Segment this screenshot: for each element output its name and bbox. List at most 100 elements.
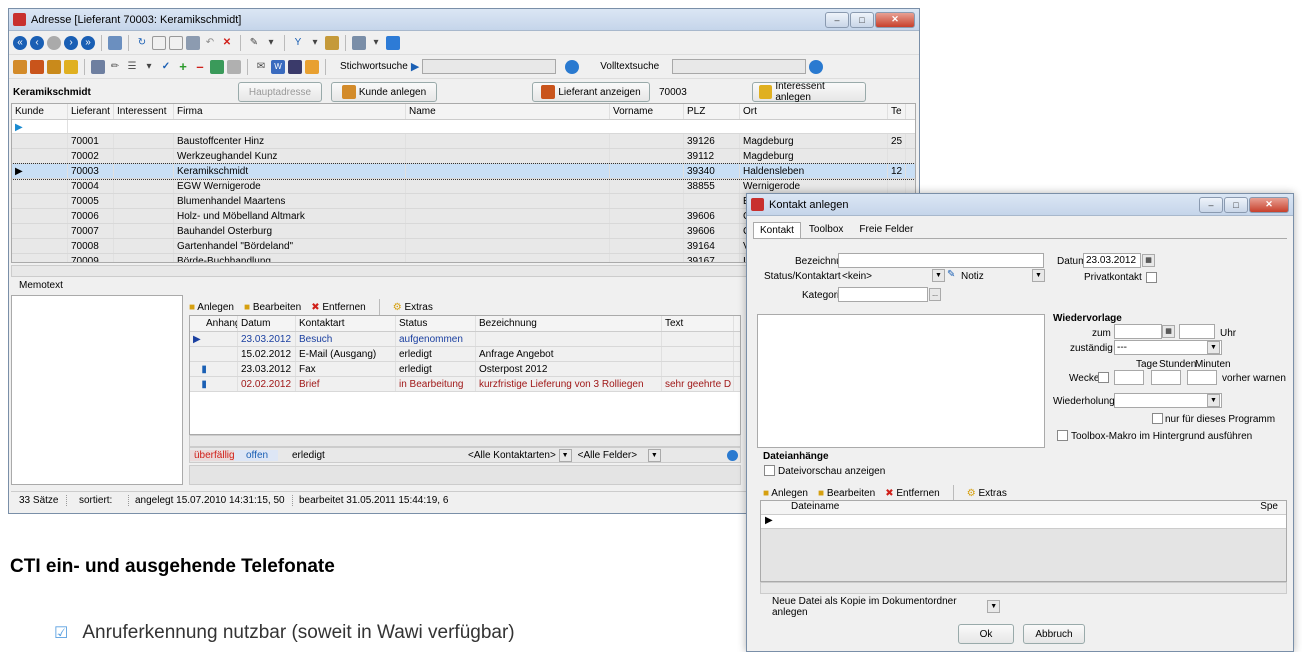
col-ort[interactable]: Ort: [740, 104, 888, 119]
table-row[interactable]: 70002 Werkzeughandel Kunz 39112 Magdeburg: [12, 149, 915, 164]
col-status[interactable]: Status: [396, 316, 476, 331]
next-record-icon[interactable]: ›: [64, 35, 78, 50]
volltext-input[interactable]: [672, 59, 807, 74]
pen-icon[interactable]: ✏: [108, 60, 122, 74]
file-entfernen-button[interactable]: ✖ Entfernen: [885, 488, 940, 499]
contact-row[interactable]: ▶ 23.03.2012 Besuch aufgenommen: [190, 332, 740, 347]
contacts-hscroll[interactable]: [189, 435, 741, 447]
print-dropdown-icon[interactable]: ▾: [369, 36, 383, 50]
chevron-down-icon[interactable]: ▼: [1032, 269, 1045, 282]
interessent-anlegen-button[interactable]: Interessent anlegen: [752, 81, 866, 103]
col-interessent[interactable]: Interessent: [114, 104, 174, 119]
new-icon[interactable]: [152, 35, 166, 50]
dateivorschau-checkbox[interactable]: [764, 465, 775, 476]
wiederholung-select[interactable]: [1114, 393, 1222, 408]
person2-icon[interactable]: [47, 59, 61, 74]
table-view-icon[interactable]: [108, 35, 122, 50]
filter-erledigt[interactable]: erledigt: [278, 450, 338, 461]
new-row[interactable]: ▶: [12, 120, 915, 134]
kontakt-textarea[interactable]: [757, 314, 1045, 448]
chevron-down-icon[interactable]: ▼: [932, 269, 945, 282]
word-icon[interactable]: W: [271, 59, 285, 74]
close-button[interactable]: ✕: [875, 11, 915, 28]
col-bezeichnung[interactable]: Bezeichnung: [476, 316, 662, 331]
attach-icon[interactable]: [91, 59, 105, 74]
wecker-checkbox[interactable]: [1098, 372, 1109, 383]
tab-freie-felder[interactable]: Freie Felder: [851, 222, 921, 238]
stichwort-input[interactable]: [422, 59, 557, 74]
col-name[interactable]: Name: [406, 104, 610, 119]
nur-programm-checkbox[interactable]: [1152, 413, 1163, 424]
abbruch-button[interactable]: Abbruch: [1023, 624, 1085, 644]
table-icon[interactable]: [210, 59, 224, 74]
contact-entfernen-button[interactable]: ✖ Entfernen: [311, 302, 366, 313]
memo-textarea[interactable]: [11, 295, 183, 485]
col-kontaktart[interactable]: Kontaktart: [296, 316, 396, 331]
wecker-minuten-input[interactable]: [1187, 370, 1217, 385]
globe2-icon[interactable]: [809, 59, 824, 74]
last-record-icon[interactable]: »: [81, 35, 95, 50]
person-icon[interactable]: [30, 59, 44, 74]
dialog-minimize-button[interactable]: –: [1199, 196, 1223, 213]
globe-icon[interactable]: [565, 59, 580, 74]
table-row[interactable]: 70004 EGW Wernigerode 38855 Wernigerode: [12, 179, 915, 194]
filter-ueberfaellig[interactable]: überfällig: [190, 449, 235, 461]
filter-icon[interactable]: Y: [291, 36, 305, 50]
maximize-button[interactable]: □: [850, 11, 874, 28]
col-te[interactable]: Te: [888, 104, 906, 119]
mail-icon[interactable]: ✉: [254, 60, 268, 74]
delete-icon[interactable]: ✕: [220, 36, 234, 50]
window-icon[interactable]: [227, 59, 241, 74]
table-row[interactable]: 70001 Baustoffcenter Hinz 39126 Magdeburg 25: [12, 134, 915, 149]
list-dropdown-icon[interactable]: ▾: [142, 60, 156, 74]
filter-dropdown-icon[interactable]: ▾: [308, 36, 322, 50]
contact-row[interactable]: ▮ 02.02.2012 Brief in Bearbeitung kurzfristi…: [190, 377, 740, 392]
address-icon[interactable]: [13, 59, 27, 74]
tab-toolbox[interactable]: Toolbox: [801, 222, 851, 238]
col-lieferant[interactable]: Lieferant: [68, 104, 114, 119]
chevron-down-icon[interactable]: ▼: [1207, 394, 1220, 407]
contact-extras-button[interactable]: ⚙ Extras: [393, 302, 433, 313]
print-icon[interactable]: [352, 35, 366, 50]
plus-icon[interactable]: +: [176, 59, 190, 74]
zum-date-input[interactable]: [1114, 324, 1162, 339]
tab-kontakt[interactable]: Kontakt: [753, 222, 801, 238]
file-extras-button[interactable]: ⚙ Extras: [967, 488, 1007, 499]
report-icon[interactable]: [325, 35, 339, 50]
file-bearbeiten-button[interactable]: ■ Bearbeiten: [818, 488, 875, 499]
minimize-button[interactable]: –: [825, 11, 849, 28]
table-row[interactable]: ▶ 70003 Keramikschmidt 39340 Haldensleben 12: [12, 163, 915, 180]
col-vorname[interactable]: Vorname: [610, 104, 684, 119]
calendar-icon[interactable]: [288, 59, 302, 74]
kategorie-browse-button[interactable]: ...: [929, 288, 941, 301]
contact-icon[interactable]: [305, 59, 319, 74]
col-text[interactable]: Text: [662, 316, 734, 331]
dropdown-icon[interactable]: ▾: [264, 36, 278, 50]
filter-offen[interactable]: offen: [234, 449, 278, 461]
zum-time-input[interactable]: [1179, 324, 1215, 339]
wecker-stunden-input[interactable]: [1151, 370, 1181, 385]
dialog-maximize-button[interactable]: □: [1224, 196, 1248, 213]
zustaendig-select[interactable]: ---: [1114, 340, 1222, 355]
save-icon[interactable]: [186, 35, 200, 50]
prev-record-icon[interactable]: ‹: [30, 35, 44, 50]
privatkontakt-checkbox[interactable]: [1146, 272, 1157, 283]
col-dateiname[interactable]: Dateiname: [791, 501, 839, 514]
copy-option-select[interactable]: Neue Datei als Kopie im Dokumentordner a…: [760, 596, 1000, 618]
globe3-icon[interactable]: [727, 449, 738, 461]
ok-button[interactable]: Ok: [958, 624, 1014, 644]
col-datum[interactable]: Datum: [238, 316, 296, 331]
hauptadresse-button[interactable]: Hauptadresse: [238, 82, 322, 102]
file-hscroll[interactable]: [760, 582, 1287, 594]
calendar-icon[interactable]: ▦: [1142, 254, 1155, 267]
dialog-close-button[interactable]: ✕: [1249, 196, 1289, 213]
chevron-down-icon[interactable]: ▼: [1207, 341, 1220, 354]
kategorie-input[interactable]: [838, 287, 928, 302]
filter-felder-select[interactable]: <Alle Felder> ▼: [578, 448, 661, 462]
file-anlegen-button[interactable]: ■ Anlegen: [763, 488, 808, 499]
stop-icon[interactable]: [47, 35, 61, 50]
person3-icon[interactable]: [64, 59, 78, 74]
col-kunde[interactable]: Kunde: [12, 104, 68, 119]
contact-row[interactable]: 15.02.2012 E-Mail (Ausgang) erledigt Anfrag…: [190, 347, 740, 362]
export-icon[interactable]: [386, 35, 400, 50]
